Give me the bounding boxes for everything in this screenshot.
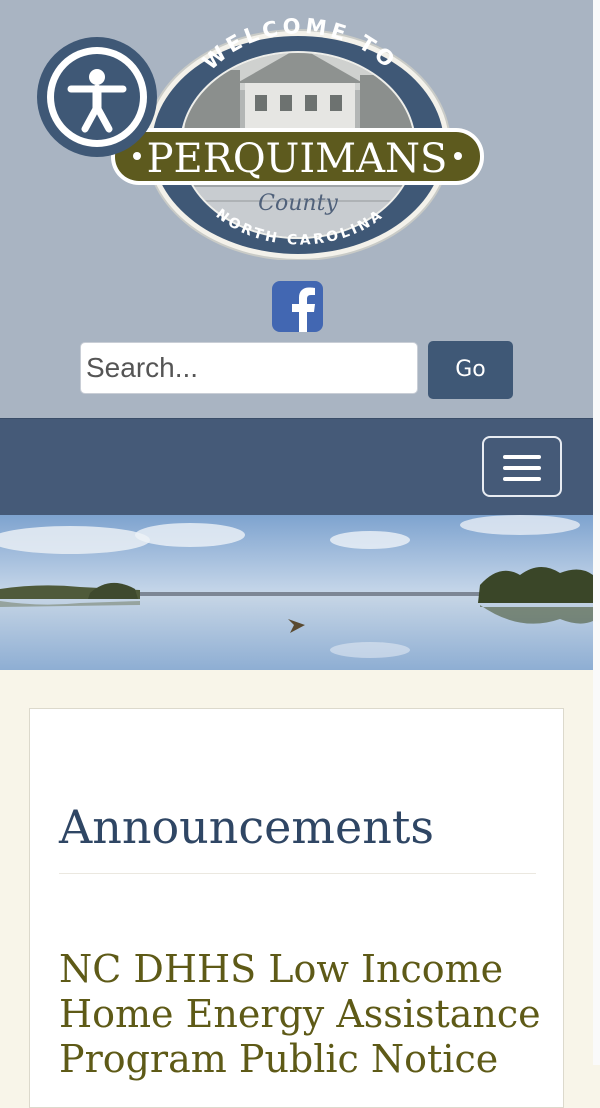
announcements-card: Announcements NC DHHS Low Income Home En… (29, 708, 564, 1108)
article-title-line: Home Energy Assistance (59, 992, 541, 1036)
article-title-line: NC DHHS Low Income (59, 947, 504, 991)
site-header: WELCOME TO NORTH CAROLINA PERQUIMANS Cou… (0, 0, 593, 418)
article-title-line: Program Public Notice (59, 1037, 499, 1081)
nav-menu-toggle-button[interactable] (482, 436, 562, 497)
county-logo[interactable]: WELCOME TO NORTH CAROLINA PERQUIMANS Cou… (105, 15, 490, 260)
banner-photo (0, 515, 593, 670)
logo-name: PERQUIMANS (147, 136, 448, 182)
accessibility-person-icon (67, 69, 127, 133)
divider (59, 873, 536, 874)
main-navbar (0, 418, 593, 516)
scrollbar-track[interactable] (593, 0, 600, 1065)
search-input[interactable] (80, 342, 418, 394)
section-heading: Announcements (59, 800, 434, 854)
facebook-link[interactable] (272, 281, 323, 332)
accessibility-button[interactable] (37, 37, 157, 157)
facebook-icon (292, 287, 315, 332)
announcement-link[interactable]: NC DHHS Low Income Home Energy Assistanc… (59, 947, 559, 1082)
search-go-button[interactable]: Go (428, 341, 513, 399)
logo-script-text: County (258, 191, 338, 216)
page: WELCOME TO NORTH CAROLINA PERQUIMANS Cou… (0, 0, 593, 1108)
